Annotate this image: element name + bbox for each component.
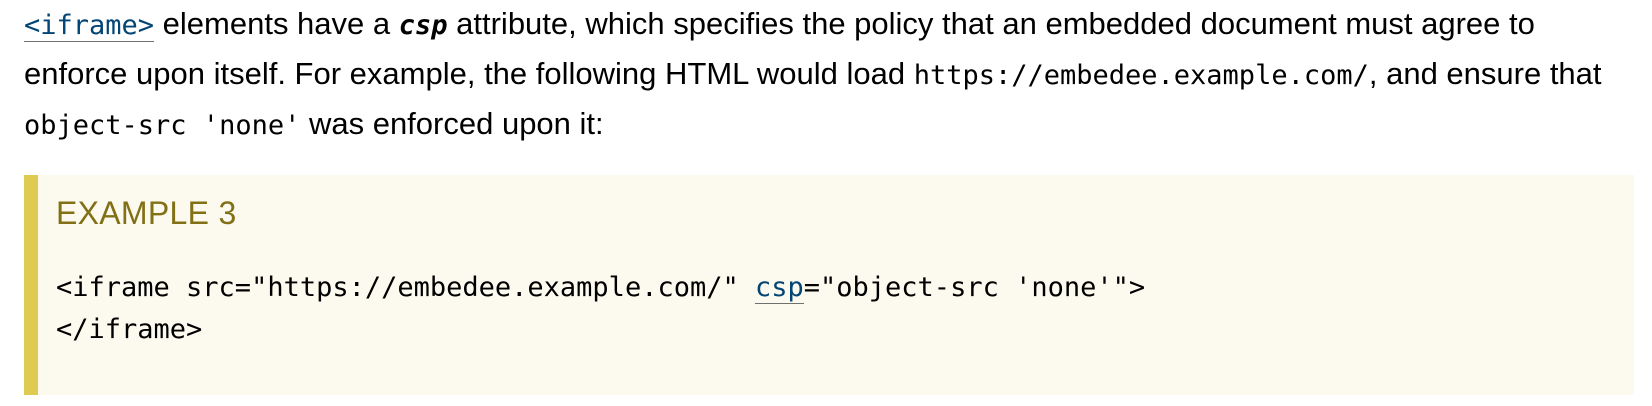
policy-code: object-src 'none' (24, 110, 301, 141)
csp-attribute-link[interactable]: csp (754, 272, 804, 304)
intro-paragraph: <iframe> elements have a csp attribute, … (24, 0, 1634, 150)
paragraph-text-1: elements have a (154, 6, 399, 41)
example-box: EXAMPLE 3 <iframe src="https://embedee.e… (24, 175, 1634, 395)
example-title: EXAMPLE 3 (56, 195, 237, 231)
code-line-2: </iframe> (56, 314, 203, 345)
paragraph-text-4: was enforced upon it: (300, 106, 604, 141)
code-part-1: <iframe src="https://embedee.example.com… (56, 272, 755, 303)
code-part-2: ="object-src 'none'"> (803, 272, 1146, 303)
iframe-element-link[interactable]: <iframe> (24, 10, 155, 42)
embedee-url-code: https://embedee.example.com/ (913, 60, 1369, 91)
csp-attribute-name: csp (398, 10, 448, 41)
example-code-block: <iframe src="https://embedee.example.com… (56, 267, 1145, 351)
paragraph-text-3: , and ensure that (1368, 56, 1602, 91)
